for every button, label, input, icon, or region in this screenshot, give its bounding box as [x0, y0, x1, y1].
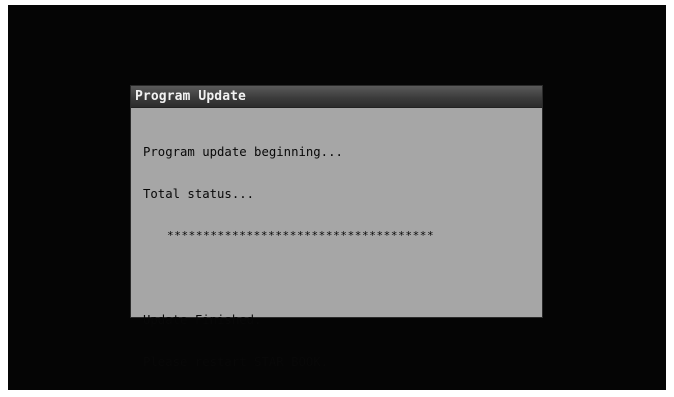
program-update-dialog: Program Update Program update beginning.…	[131, 86, 542, 369]
dialog-titlebar: Program Update	[131, 86, 542, 108]
photo-frame: Program Update Program update beginning.…	[0, 0, 674, 396]
dialog-title: Program Update	[135, 89, 246, 104]
dialog-content: Program update beginning... Total status…	[143, 117, 434, 397]
status-line-finished: Update Finished.	[143, 313, 262, 327]
progress-indicator: *************************************	[167, 229, 435, 242]
device-screen: Program Update Program update beginning.…	[8, 5, 666, 390]
status-line-restart: Please restart STAR BOOK.	[143, 355, 329, 369]
status-line-beginning: Program update beginning...	[143, 145, 343, 159]
status-line-total: Total status...	[143, 187, 255, 201]
